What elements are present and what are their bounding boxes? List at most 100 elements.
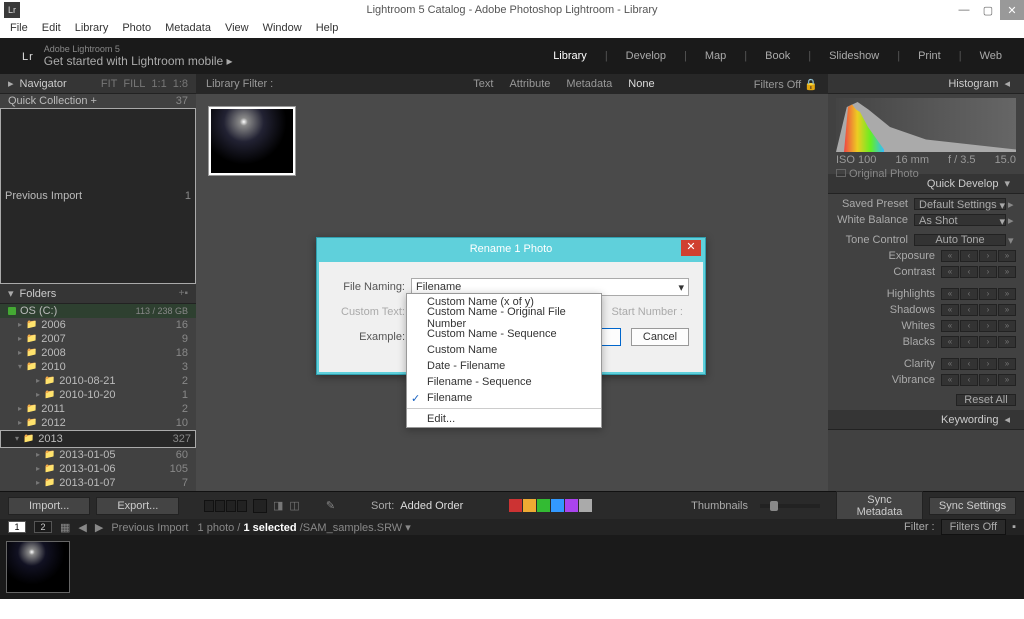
shadows-stepper[interactable]: «‹›» <box>941 304 1016 316</box>
cancel-button[interactable]: Cancel <box>631 328 689 346</box>
filter-switch-icon[interactable]: ▪ <box>1012 521 1016 533</box>
menu-window[interactable]: Window <box>257 20 308 38</box>
example-label: Example: <box>333 331 411 343</box>
file-naming-dropdown: Custom Name (x of y)Custom Name - Origin… <box>406 293 602 428</box>
monitor-2-button[interactable]: 2 <box>34 521 52 533</box>
module-web[interactable]: Web <box>980 50 1002 62</box>
menu-photo[interactable]: Photo <box>116 20 157 38</box>
folder-row[interactable]: ▸📁2010-10-201 <box>0 388 196 402</box>
nav-zoom-fit[interactable]: FIT <box>101 78 118 90</box>
saved-preset-select[interactable]: Default Settings▾ <box>914 198 1006 210</box>
filmstrip-filter-label: Filter : <box>904 521 935 533</box>
mobile-cta[interactable]: Get started with Lightroom mobile ▸ <box>44 54 233 68</box>
lightroom-logo: Lr <box>22 47 34 65</box>
view-mode-survey-icon[interactable]: ◫ <box>289 499 299 512</box>
module-develop[interactable]: Develop <box>626 50 666 62</box>
dropdown-option[interactable]: Date - Filename <box>407 358 601 374</box>
sort-value[interactable]: Added Order <box>400 500 463 512</box>
dropdown-option[interactable]: Filename - Sequence <box>407 374 601 390</box>
close-button[interactable]: ✕ <box>1000 0 1024 20</box>
menu-library[interactable]: Library <box>69 20 115 38</box>
folder-row[interactable]: ▸📁200616 <box>0 318 196 332</box>
filmstrip-thumbnail[interactable] <box>6 541 70 593</box>
folder-row[interactable]: ▸📁2013-01-06105 <box>0 462 196 476</box>
folder-row[interactable]: ▸📁2010-08-212 <box>0 374 196 388</box>
filters-off-toggle[interactable]: Filters Off 🔒 <box>754 78 818 91</box>
folders-header[interactable]: ▾Folders +▪ <box>0 284 196 304</box>
folder-row[interactable]: ▸📁201210 <box>0 416 196 430</box>
menu-help[interactable]: Help <box>310 20 345 38</box>
export-button[interactable]: Export... <box>96 497 179 515</box>
view-mode-grid-icon[interactable] <box>204 500 247 512</box>
dropdown-option[interactable]: Edit... <box>407 411 601 427</box>
nav-zoom-1-1[interactable]: 1:1 <box>151 78 166 90</box>
highlights-stepper[interactable]: «‹›» <box>941 288 1016 300</box>
reset-all-button[interactable]: Reset All <box>956 394 1016 406</box>
view-mode-compare-icon[interactable]: ◨ <box>273 499 283 512</box>
painter-icon[interactable]: ✎ <box>326 499 335 512</box>
folder-row[interactable]: ▸📁2013-01-0560 <box>0 448 196 462</box>
blacks-stepper[interactable]: «‹›» <box>941 336 1016 348</box>
white-balance-select[interactable]: As Shot▾ <box>914 214 1006 226</box>
vibrance-stepper[interactable]: «‹›» <box>941 374 1016 386</box>
filter-tab-attribute[interactable]: Attribute <box>509 78 550 90</box>
keywording-header[interactable]: Keywording◂ <box>828 410 1024 430</box>
folder-row[interactable]: ▸📁20112 <box>0 402 196 416</box>
catalog-quick-collection[interactable]: Quick Collection + 37 <box>0 94 196 108</box>
view-mode-loupe-icon[interactable] <box>253 499 267 513</box>
module-library[interactable]: Library <box>553 50 587 62</box>
nav-zoom-fill[interactable]: FILL <box>123 78 145 90</box>
module-slideshow[interactable]: Slideshow <box>829 50 879 62</box>
filter-tab-none[interactable]: None <box>628 78 654 90</box>
nav-zoom-1-8[interactable]: 1:8 <box>173 78 188 90</box>
menu-view[interactable]: View <box>219 20 255 38</box>
monitor-1-button[interactable]: 1 <box>8 521 26 533</box>
module-tabs: Library|Develop|Map|Book|Slideshow|Print… <box>553 50 1002 62</box>
folder-row[interactable]: ▸📁2013-01-077 <box>0 476 196 490</box>
color-swatch[interactable] <box>523 499 536 512</box>
auto-tone-button[interactable]: Auto Tone <box>914 234 1006 246</box>
color-swatch[interactable] <box>579 499 592 512</box>
nav-fwd-icon[interactable]: ▶ <box>95 521 103 534</box>
catalog-previous-import[interactable]: Previous Import1 <box>0 108 196 284</box>
nav-back-icon[interactable]: ◀ <box>78 521 86 534</box>
menu-metadata[interactable]: Metadata <box>159 20 217 38</box>
dropdown-option[interactable]: Filename <box>407 390 601 406</box>
folder-row[interactable]: ▾📁20103 <box>0 360 196 374</box>
dialog-close-button[interactable]: ✕ <box>681 240 701 256</box>
clarity-stepper[interactable]: «‹›» <box>941 358 1016 370</box>
filter-tab-metadata[interactable]: Metadata <box>566 78 612 90</box>
module-print[interactable]: Print <box>918 50 941 62</box>
filmstrip-source[interactable]: Previous Import <box>111 522 188 534</box>
module-map[interactable]: Map <box>705 50 726 62</box>
folder-row[interactable]: ▸📁200818 <box>0 346 196 360</box>
dropdown-option[interactable]: Custom Name - Original File Number <box>407 310 601 326</box>
exposure-stepper[interactable]: «‹›» <box>941 250 1016 262</box>
color-label-swatches[interactable] <box>509 499 592 512</box>
minimize-button[interactable]: — <box>952 0 976 20</box>
folders-drive[interactable]: OS (C:) 113 / 238 GB <box>0 304 196 318</box>
color-swatch[interactable] <box>551 499 564 512</box>
folder-row[interactable]: ▸📁20079 <box>0 332 196 346</box>
filmstrip-filter-select[interactable]: Filters Off <box>941 519 1006 535</box>
maximize-button[interactable]: ▢ <box>976 0 1000 20</box>
color-swatch[interactable] <box>565 499 578 512</box>
navigator-header[interactable]: ▸Navigator FITFILL1:11:8 <box>0 74 196 94</box>
thumbnail-size-slider[interactable] <box>760 504 820 508</box>
import-button[interactable]: Import... <box>8 497 90 515</box>
grid-thumbnail[interactable] <box>208 106 296 176</box>
whites-stepper[interactable]: «‹›» <box>941 320 1016 332</box>
sync-settings-button[interactable]: Sync Settings <box>929 497 1016 515</box>
histogram-header[interactable]: Histogram◂ <box>828 74 1024 94</box>
filmstrip-grid-icon[interactable]: ▦ <box>60 521 70 534</box>
dropdown-option[interactable]: Custom Name <box>407 342 601 358</box>
sync-metadata-button[interactable]: Sync Metadata <box>836 491 923 520</box>
contrast-stepper[interactable]: «‹›» <box>941 266 1016 278</box>
menu-file[interactable]: File <box>4 20 34 38</box>
module-book[interactable]: Book <box>765 50 790 62</box>
filter-tab-text[interactable]: Text <box>473 78 493 90</box>
color-swatch[interactable] <box>537 499 550 512</box>
folder-row[interactable]: ▾📁2013327 <box>0 430 196 448</box>
color-swatch[interactable] <box>509 499 522 512</box>
menu-edit[interactable]: Edit <box>36 20 67 38</box>
